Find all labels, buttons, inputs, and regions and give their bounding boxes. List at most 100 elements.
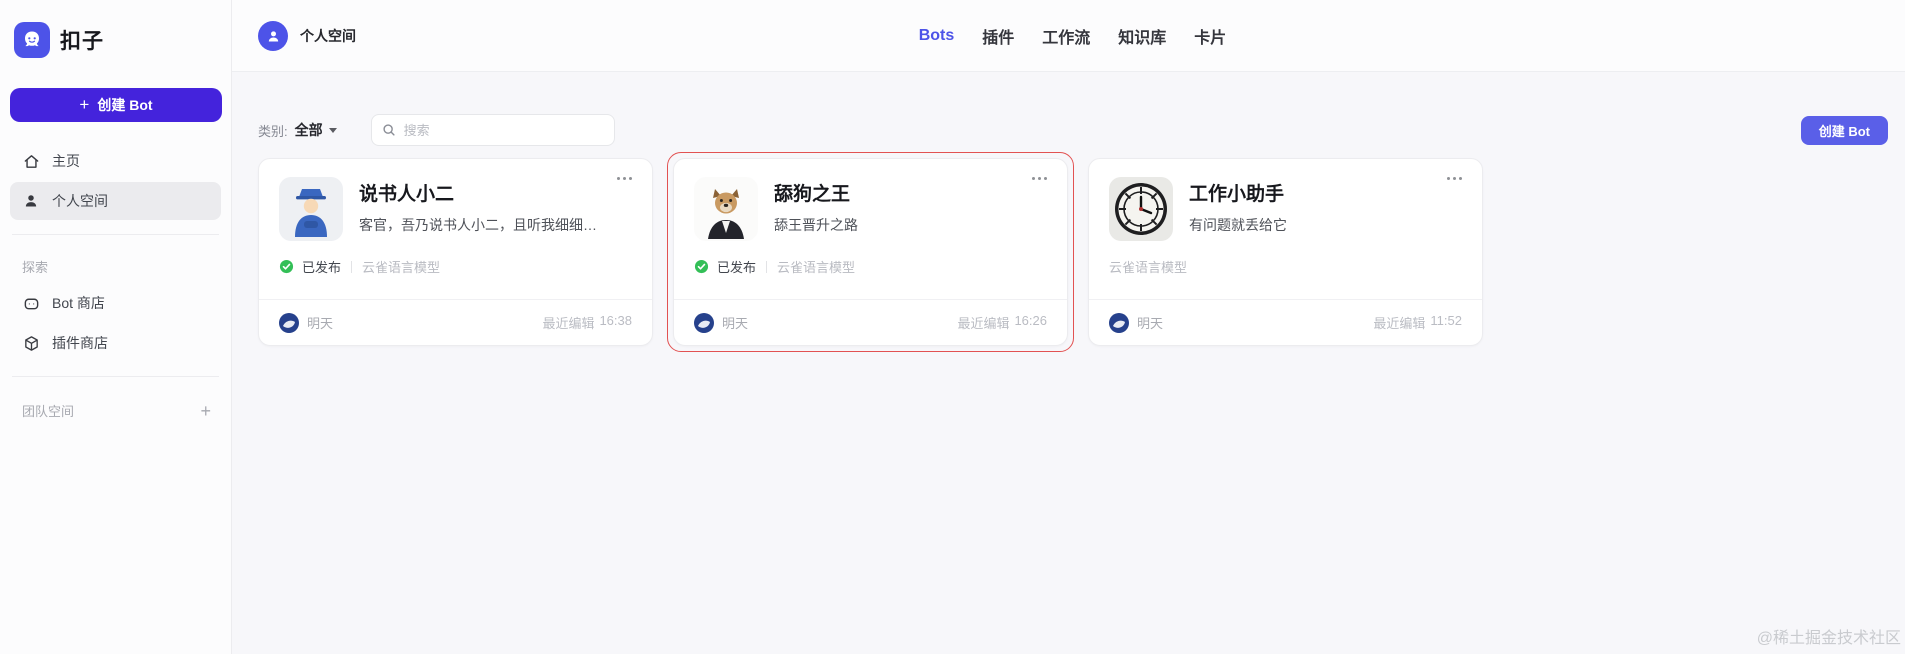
owner-name: 明天 <box>307 316 334 331</box>
owner-name: 明天 <box>722 316 749 331</box>
tab-bots[interactable]: Bots <box>919 27 955 45</box>
tab-cards[interactable]: 卡片 <box>1194 24 1226 48</box>
edited-time: 16:26 <box>1014 313 1047 328</box>
sidebar-item-personal-space[interactable]: 个人空间 <box>10 182 221 220</box>
bot-store-icon <box>22 294 40 312</box>
add-team-space-icon[interactable]: + <box>200 402 211 420</box>
card-footer: 明天 最近编辑 11:52 <box>1089 299 1482 345</box>
bot-card-work-assistant[interactable]: 工作小助手 有问题就丢给它 云雀语言模型 明天 最近编辑 11:52 <box>1088 158 1483 346</box>
search-input[interactable] <box>403 122 604 138</box>
published-check-icon <box>694 259 709 274</box>
workspace-avatar-icon <box>258 21 288 51</box>
person-icon <box>22 192 40 210</box>
sidebar-item-label: 个人空间 <box>52 193 108 209</box>
published-check-icon <box>279 259 294 274</box>
owner-avatar <box>1109 312 1129 333</box>
more-options-icon[interactable] <box>613 173 636 184</box>
card-main: 说书人小二 客官，吾乃说书人小二，且听我细细说来... <box>259 159 652 241</box>
top-header: 个人空间 Bots 插件 工作流 知识库 卡片 <box>232 0 1913 72</box>
more-options-icon[interactable] <box>1443 173 1466 184</box>
search-box <box>370 114 615 146</box>
owner: 明天 <box>1109 312 1164 333</box>
create-bot-button-top[interactable]: 创建 Bot <box>1800 116 1888 145</box>
sidebar-item-label: 插件商店 <box>52 335 108 351</box>
bot-card-shuoshuren[interactable]: 说书人小二 客官，吾乃说书人小二，且听我细细说来... 已发布 云雀语言模型 明… <box>258 158 653 346</box>
category-label: 类别: <box>258 123 288 139</box>
chevron-down-icon <box>328 127 337 133</box>
workspace-name: 个人空间 <box>300 28 356 44</box>
status-separator <box>351 260 353 273</box>
last-edited: 最近编辑 16:26 <box>957 313 1047 332</box>
bot-description: 客官，吾乃说书人小二，且听我细细说来... <box>359 217 606 233</box>
card-info: 舔狗之王 舔王晋升之路 <box>774 177 1047 241</box>
create-bot-label: 创建 Bot <box>97 97 153 113</box>
card-main: 舔狗之王 舔王晋升之路 <box>674 159 1067 241</box>
sidebar-item-bot-store[interactable]: Bot 商店 <box>10 284 221 322</box>
card-footer: 明天 最近编辑 16:26 <box>674 299 1067 345</box>
more-options-icon[interactable] <box>1028 173 1051 184</box>
bot-avatar-storyteller <box>279 177 343 241</box>
sidebar-item-label: Bot 商店 <box>52 295 105 311</box>
main-tabs: Bots 插件 工作流 知识库 卡片 <box>919 0 1227 72</box>
team-space-row: 团队空间 + <box>0 391 231 420</box>
team-space-label: 团队空间 <box>22 404 75 419</box>
edited-label: 最近编辑 <box>957 316 1010 331</box>
last-edited: 最近编辑 11:52 <box>1373 313 1462 332</box>
bot-title: 工作小助手 <box>1189 184 1285 205</box>
sidebar-item-plugin-store[interactable]: 插件商店 <box>10 324 221 362</box>
status-row: 云雀语言模型 <box>1089 257 1482 276</box>
sidebar-divider <box>12 234 219 235</box>
status-row: 已发布 云雀语言模型 <box>674 257 1067 276</box>
main-content: 类别: 全部 创建 Bot <box>232 72 1913 654</box>
search-icon <box>383 124 395 136</box>
owner: 明天 <box>694 312 749 333</box>
plus-icon: + <box>79 95 90 114</box>
tab-workflows[interactable]: 工作流 <box>1042 24 1090 48</box>
sidebar-item-home[interactable]: 主页 <box>10 142 221 180</box>
create-bot-button-sidebar[interactable]: + 创建 Bot <box>10 88 222 122</box>
card-main: 工作小助手 有问题就丢给它 <box>1089 159 1482 241</box>
status-row: 已发布 云雀语言模型 <box>259 257 652 276</box>
coze-logo-icon <box>14 22 50 58</box>
owner-avatar <box>694 312 714 333</box>
owner-avatar <box>279 312 299 333</box>
tab-plugins[interactable]: 插件 <box>982 24 1014 48</box>
model-label: 云雀语言模型 <box>1109 260 1188 275</box>
card-footer: 明天 最近编辑 16:38 <box>259 299 652 345</box>
status-separator <box>766 260 768 273</box>
bot-title: 说书人小二 <box>359 184 455 205</box>
plugin-store-icon <box>22 334 40 352</box>
filter-row: 类别: 全部 <box>258 114 1888 146</box>
sidebar: 扣子 + 创建 Bot 主页 个人空间 探索 Bot 商店 插件商店 团队空间 … <box>0 0 232 654</box>
workspace-switcher[interactable]: 个人空间 <box>258 0 356 72</box>
sidebar-item-label: 主页 <box>52 153 80 169</box>
last-edited: 最近编辑 16:38 <box>542 313 632 332</box>
category-value: 全部 <box>294 122 323 138</box>
scrollbar-track[interactable] <box>1905 0 1913 654</box>
sidebar-divider <box>12 376 219 377</box>
published-label: 已发布 <box>302 260 342 275</box>
card-info: 工作小助手 有问题就丢给它 <box>1189 177 1462 241</box>
owner-name: 明天 <box>1137 316 1164 331</box>
bot-title: 舔狗之王 <box>774 184 851 205</box>
model-label: 云雀语言模型 <box>777 260 856 275</box>
edited-label: 最近编辑 <box>542 316 595 331</box>
tab-knowledge[interactable]: 知识库 <box>1118 24 1166 48</box>
brand-name: 扣子 <box>60 30 104 53</box>
bot-description: 有问题就丢给它 <box>1189 217 1287 233</box>
edited-label: 最近编辑 <box>1373 316 1426 331</box>
bot-avatar-clock <box>1109 177 1173 241</box>
owner: 明天 <box>279 312 334 333</box>
category-dropdown[interactable]: 全部 <box>295 120 337 140</box>
bot-description: 舔王晋升之路 <box>774 217 858 233</box>
bot-card-list: 说书人小二 客官，吾乃说书人小二，且听我细细说来... 已发布 云雀语言模型 明… <box>258 152 1888 352</box>
brand-logo: 扣子 <box>0 0 231 58</box>
explore-section-label: 探索 <box>22 260 49 275</box>
watermark: @稀土掘金技术社区 <box>1756 630 1901 647</box>
bot-card-tiangou[interactable]: 舔狗之王 舔王晋升之路 已发布 云雀语言模型 明天 最近编辑 16:26 <box>667 152 1074 352</box>
bot-avatar-dog-suit <box>694 177 758 241</box>
home-icon <box>22 152 40 170</box>
edited-time: 16:38 <box>599 313 632 328</box>
card-info: 说书人小二 客官，吾乃说书人小二，且听我细细说来... <box>359 177 632 241</box>
edited-time: 11:52 <box>1430 313 1462 328</box>
